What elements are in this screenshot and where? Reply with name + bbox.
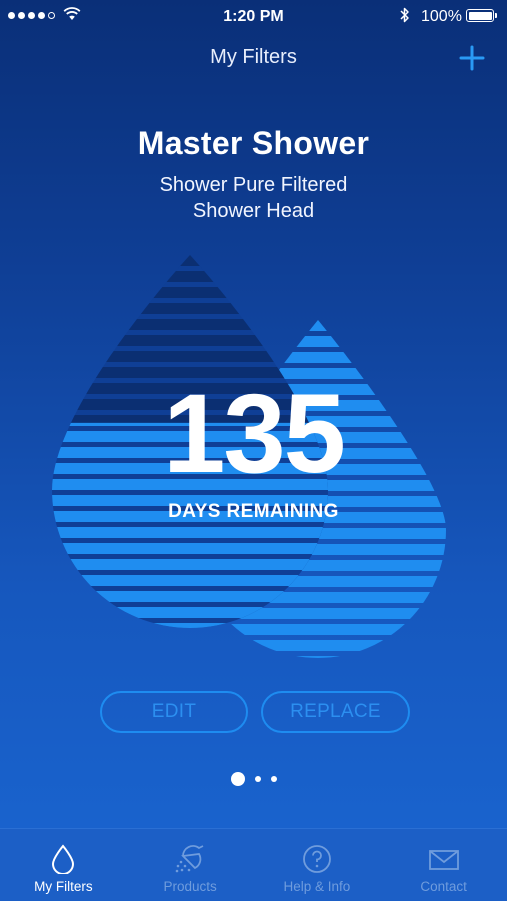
replace-button[interactable]: REPLACE [261,691,410,733]
plus-icon [459,45,485,71]
battery-percentage: 100% [421,8,462,25]
tab-my-filters[interactable]: My Filters [0,829,127,901]
status-bar: 1:20 PM 100% [0,0,507,34]
battery-icon [466,9,497,22]
question-circle-icon [302,845,331,873]
tab-label: Products [163,879,217,894]
page-indicator [0,772,507,786]
filter-description: Shower Pure Filtered Shower Head [120,172,387,224]
days-remaining-count: 135 [163,371,346,496]
edit-button[interactable]: EDIT [100,691,248,733]
envelope-icon [428,850,459,870]
filter-description-line2: Shower Head [192,200,315,222]
tab-label: Contact [420,879,467,894]
tab-bar: My Filters Products Help & Info Contact [0,828,507,901]
tab-label: My Filters [34,879,93,894]
page-title: My Filters [210,46,297,68]
tab-help-info[interactable]: Help & Info [254,829,381,901]
bluetooth-icon [400,7,409,23]
add-filter-button[interactable] [458,44,486,72]
shower-head-icon [175,845,204,873]
tab-label: Help & Info [283,879,351,894]
page-dot[interactable] [254,776,261,782]
filter-name: Master Shower [137,125,370,161]
tab-contact[interactable]: Contact [380,829,507,901]
page-dot[interactable] [270,776,277,782]
water-drop-icon [52,844,75,874]
tab-products[interactable]: Products [127,829,254,901]
days-remaining-label: DAYS REMAINING [168,501,339,522]
filter-description-line1: Shower Pure Filtered [159,174,348,196]
page-dot-active[interactable] [230,772,245,786]
